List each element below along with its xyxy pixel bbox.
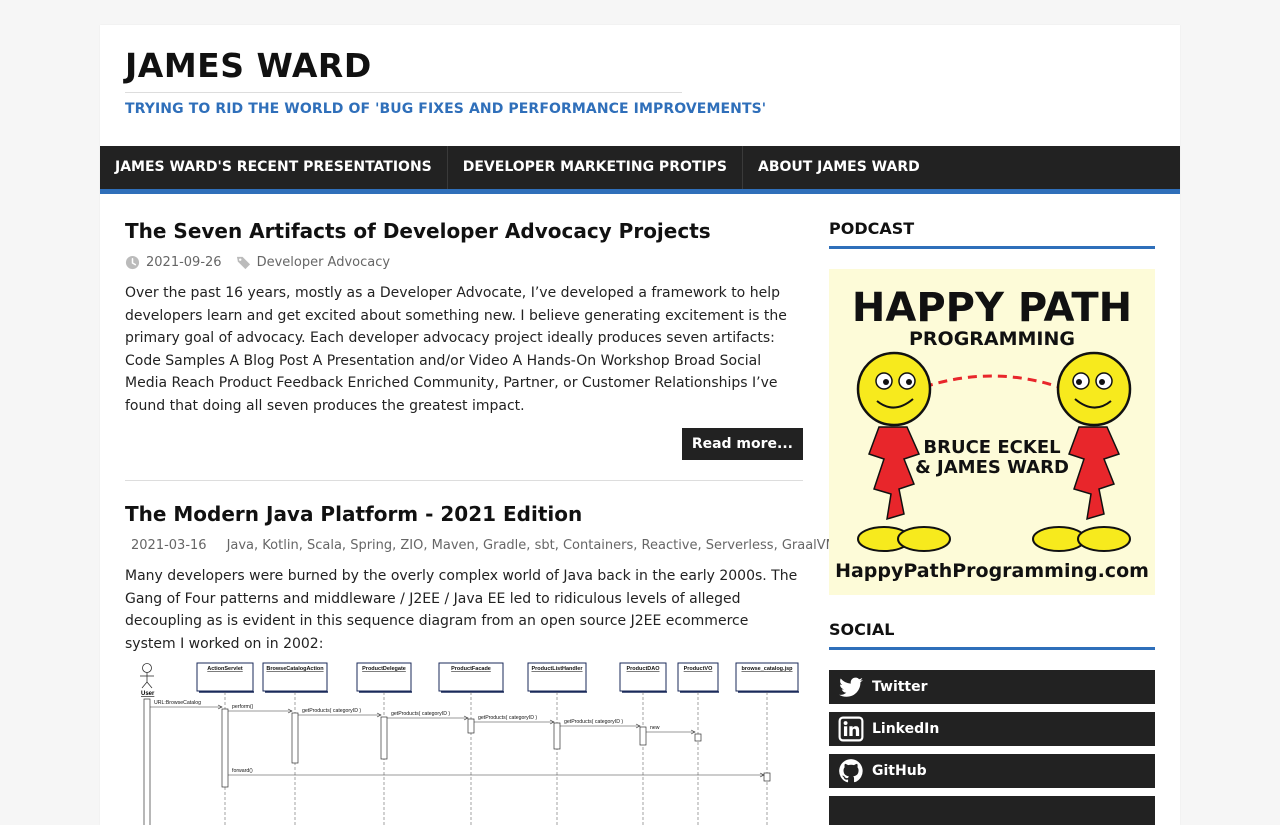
diagram-message-label: new (650, 725, 660, 731)
post: The Modern Java Platform - 2021 Edition … (125, 501, 837, 825)
podcast-hosts-line1: BRUCE ECKEL (923, 437, 1060, 458)
diagram-message-label: getProducts( categoryID ) (564, 719, 623, 725)
diagram-lifeline-label: ProductDelegate (362, 666, 406, 672)
site-title[interactable]: JAMES WARD (125, 47, 372, 85)
post-date[interactable]: 2021-03-16 (131, 538, 207, 553)
podcast-title-line2: PROGRAMMING (909, 328, 1075, 350)
post-title[interactable]: The Modern Java Platform - 2021 Edition (125, 501, 803, 527)
post-tag[interactable]: Java (227, 538, 254, 553)
post-divider (125, 480, 803, 481)
clock-icon (125, 255, 140, 269)
diagram-message-label: perform() (232, 704, 254, 710)
post-tag[interactable]: Containers (563, 538, 633, 553)
diagram-lifeline-label: ProductDAO (627, 666, 661, 672)
diagram-message-label: getProducts( categoryID ) (391, 711, 450, 717)
post-tag[interactable]: sbt (535, 538, 555, 553)
read-more-button[interactable]: Read more... (681, 428, 803, 460)
podcast-url: HappyPathProgramming.com (835, 560, 1149, 582)
main-nav: JAMES WARD'S RECENT PRESENTATIONS DEVELO… (100, 146, 1180, 194)
podcast-title-line1: HAPPY PATH (852, 285, 1132, 331)
diagram-lifeline-label: ProductFacade (451, 666, 491, 672)
post-excerpt: Many developers were burned by the overl… (125, 568, 798, 652)
twitter-icon (839, 677, 863, 697)
post-tag[interactable]: Gradle (483, 538, 526, 553)
site-header: JAMES WARD TRYING TO RID THE WORLD OF 'B… (100, 25, 1180, 146)
post-meta: 2021-09-26 Developer Advocacy (125, 251, 803, 273)
diagram-message-label: forward() (232, 768, 253, 774)
social-link-label: Twitter (872, 679, 928, 695)
post-meta: 2021-03-16 Java, Kotlin, Scala, Spring, … (125, 534, 837, 556)
post-tag[interactable]: Serverless (706, 538, 774, 553)
diagram-actor-label: User (141, 691, 155, 697)
social-link-github[interactable]: GitHub (829, 754, 1155, 788)
diagram-lifeline-label: BrowseCatalogAction (266, 666, 324, 672)
social-link-label: LinkedIn (872, 721, 940, 737)
post-date[interactable]: 2021-09-26 (146, 255, 222, 270)
diagram-message-label: getProducts( categoryID ) (302, 708, 361, 714)
podcast-hosts-line2: & JAMES WARD (915, 457, 1069, 478)
diagram-message-label: URL:BrowseCatalog (154, 700, 201, 706)
social-link-label: GitHub (872, 763, 927, 779)
post-tag[interactable]: ZIO (400, 538, 423, 553)
post-tag[interactable]: Maven (432, 538, 475, 553)
diagram-actor: User (140, 663, 155, 697)
post-title[interactable]: The Seven Artifacts of Developer Advocac… (125, 218, 803, 244)
sidebar: PODCAST HAPPY PATH PROGRAMMING BRUCE ECK… (829, 218, 1155, 825)
widget-title-podcast: PODCAST (829, 218, 1155, 249)
diagram-lifeline-label: browse_catalog.jsp (741, 666, 793, 672)
nav-item-about[interactable]: ABOUT JAMES WARD (743, 146, 935, 189)
tag-icon (236, 256, 250, 269)
linkedin-icon (838, 716, 864, 742)
diagram-lifeline-label: ProductVO (684, 666, 713, 672)
post-tag[interactable]: Developer Advocacy (257, 255, 391, 270)
social-link-linkedin[interactable]: LinkedIn (829, 712, 1155, 746)
page: JAMES WARD TRYING TO RID THE WORLD OF 'B… (100, 25, 1180, 825)
site-description: TRYING TO RID THE WORLD OF 'BUG FIXES AN… (125, 92, 766, 117)
social-link-twitter[interactable]: Twitter (829, 670, 1155, 704)
nav-item-presentations[interactable]: JAMES WARD'S RECENT PRESENTATIONS (100, 146, 448, 189)
diagram-message-label: getProducts( categoryID ) (478, 715, 537, 721)
social-link-more[interactable] (829, 796, 1155, 825)
main-content: The Seven Artifacts of Developer Advocac… (125, 218, 837, 825)
post-tag[interactable]: Reactive (642, 538, 698, 553)
post-tag-list: Java, Kotlin, Scala, Spring, ZIO, Maven,… (226, 537, 837, 553)
post: The Seven Artifacts of Developer Advocac… (125, 218, 803, 460)
post-tag[interactable]: Kotlin (262, 538, 298, 553)
post-tag[interactable]: Scala (307, 538, 342, 553)
diagram-lifeline-label: ActionServlet (207, 666, 243, 672)
social-links: Twitter LinkedIn GitHub (829, 670, 1155, 825)
post-excerpt: Over the past 16 years, mostly as a Deve… (125, 285, 787, 414)
diagram-lifeline-label: ProductListHandler (531, 666, 583, 672)
widget-title-social: SOCIAL (829, 619, 1155, 650)
podcast-cover-image[interactable]: HAPPY PATH PROGRAMMING BRUCE ECKEL & JAM… (829, 269, 1155, 595)
nav-item-marketing-protips[interactable]: DEVELOPER MARKETING PROTIPS (448, 146, 743, 189)
github-icon (839, 759, 863, 783)
post-tag[interactable]: Spring (350, 538, 392, 553)
sequence-diagram: User ActionServlet BrowseCatalogAction Pro… (140, 662, 799, 825)
